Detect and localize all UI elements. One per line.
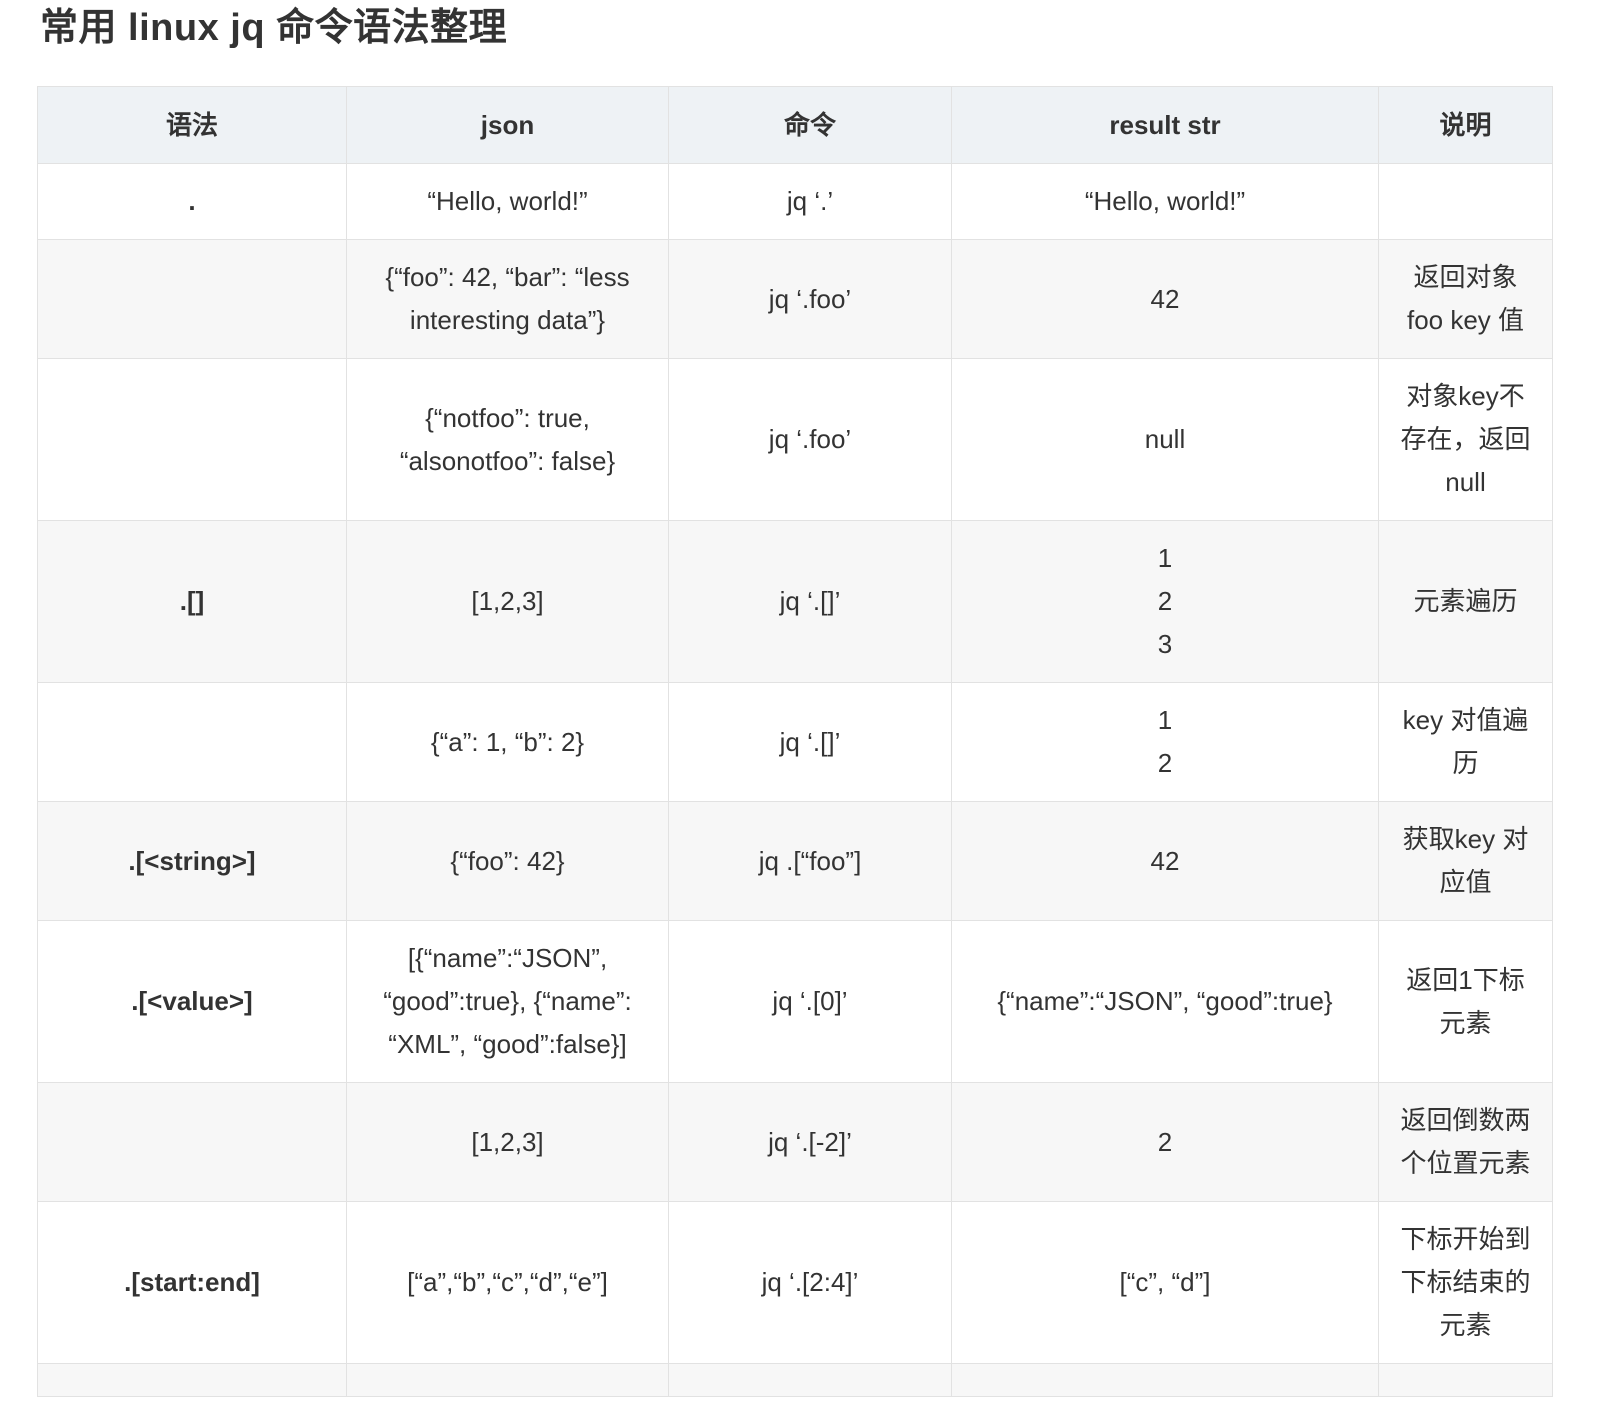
result-line: null — [1144, 424, 1186, 454]
cell-command: jq ‘.[]’ — [668, 682, 952, 802]
header-result: result str — [951, 86, 1379, 164]
cell-command: jq ‘.[]’ — [668, 520, 952, 683]
header-row: 语法 json 命令 result str 说明 — [37, 86, 1553, 164]
cell-syntax — [37, 1363, 347, 1397]
cell-result: 12 — [951, 682, 1379, 802]
cell-syntax — [37, 239, 347, 359]
cell-json: “Hello, world!” — [346, 163, 669, 240]
cell-command: jq .[“foo”] — [668, 801, 952, 921]
cell-json: [“a”,“b”,“c”,“d”,“e”] — [346, 1201, 669, 1364]
cell-note: key 对值遍历 — [1378, 682, 1553, 802]
page: 常用 linux jq 命令语法整理 语法 json 命令 result str… — [0, 0, 1598, 1406]
cell-json: {“foo”: 42} — [346, 801, 669, 921]
cell-json — [346, 1363, 669, 1397]
table-row: .[] [1,2,3] jq ‘.[]’ 1 2 3 元素遍历 — [37, 520, 1553, 683]
cell-result: “Hello, world!” — [951, 163, 1379, 240]
cell-command: jq ‘.foo’ — [668, 358, 952, 521]
cell-syntax — [37, 682, 347, 802]
header-json: json — [346, 86, 669, 164]
cell-command: jq ‘.[-2]’ — [668, 1082, 952, 1202]
cell-command: jq ‘.’ — [668, 163, 952, 240]
cell-syntax: .[<value>] — [37, 920, 347, 1083]
result-line: 2 — [1157, 586, 1173, 616]
cell-note: 获取key 对应值 — [1378, 801, 1553, 921]
table-row: {“notfoo”: true, “alsonotfoo”: false} jq … — [37, 358, 1553, 521]
cell-syntax — [37, 358, 347, 521]
table-row — [37, 1363, 1553, 1397]
cell-syntax: .[<string>] — [37, 801, 347, 921]
cell-syntax — [37, 1082, 347, 1202]
cell-result: 1 2 3 — [951, 520, 1379, 683]
page-title: 常用 linux jq 命令语法整理 — [40, 7, 508, 49]
result-line: 42 — [1150, 283, 1180, 314]
table-row: .[start:end] [“a”,“b”,“c”,“d”,“e”] jq ‘.[2… — [37, 1201, 1553, 1364]
cell-command: jq ‘.[0]’ — [668, 920, 952, 1083]
result-line: 3 — [1157, 629, 1173, 659]
cell-note: 下标开始到下标结束的元素 — [1378, 1201, 1553, 1364]
cell-syntax: .[start:end] — [37, 1201, 347, 1364]
cell-note: 元素遍历 — [1378, 520, 1553, 683]
table-row: . “Hello, world!” jq ‘.’ “Hello, world!” — [37, 163, 1553, 240]
result-line: 42 — [1150, 845, 1180, 876]
cell-result: 42 — [951, 239, 1379, 359]
result-line: {“name”:“JSON”, “good”:true} — [997, 986, 1333, 1016]
table-row: .[<string>] {“foo”: 42} jq .[“foo”] 42 获取key… — [37, 801, 1553, 921]
cell-note — [1378, 1363, 1553, 1397]
cell-result: 42 — [951, 801, 1379, 921]
result-line: 1 — [1157, 543, 1173, 573]
header-note: 说明 — [1378, 86, 1553, 164]
table-row: .[<value>] [{“name”:“JSON”, “good”:true},… — [37, 920, 1553, 1083]
cell-syntax: . — [37, 163, 347, 240]
cell-result: [“c”, “d”] — [951, 1201, 1379, 1364]
header-syntax: 语法 — [37, 86, 347, 164]
header-command: 命令 — [668, 86, 952, 164]
cell-result: 2 — [951, 1082, 1379, 1202]
table-header: 语法 json 命令 result str 说明 — [37, 86, 1553, 164]
cell-note: 返回对象 foo key 值 — [1378, 239, 1553, 359]
cell-json: [{“name”:“JSON”, “good”:true}, {“name”: … — [346, 920, 669, 1083]
result-line: 2 — [1157, 748, 1173, 778]
cell-json: [1,2,3] — [346, 520, 669, 683]
cell-syntax: .[] — [37, 520, 347, 683]
cell-json: [1,2,3] — [346, 1082, 669, 1202]
jq-syntax-table: 语法 json 命令 result str 说明 . “Hello, world!… — [37, 86, 1553, 1397]
table-row: {“a”: 1, “b”: 2} jq ‘.[]’ 1 2 key 对值遍历 — [37, 682, 1553, 802]
cell-command: jq ‘.foo’ — [668, 239, 952, 359]
cell-result: null — [951, 358, 1379, 521]
result-line: “Hello, world!” — [1084, 186, 1246, 216]
cell-note: 返回1下标元素 — [1378, 920, 1553, 1083]
cell-note: 对象key不存在，返回null — [1378, 358, 1553, 521]
table-row: {“foo”: 42, “bar”: “less interesting dat… — [37, 239, 1553, 359]
cell-note: 返回倒数两个位置元素 — [1378, 1082, 1553, 1202]
cell-command — [668, 1363, 952, 1397]
table-row: [1,2,3] jq ‘.[-2]’ 2 返回倒数两个位置元素 — [37, 1082, 1553, 1202]
cell-command: jq ‘.[2:4]’ — [668, 1201, 952, 1364]
result-line: [“c”, “d”] — [1119, 1267, 1211, 1297]
result-line: 1 — [1157, 705, 1173, 735]
cell-result — [951, 1363, 1379, 1397]
cell-json: {“notfoo”: true, “alsonotfoo”: false} — [346, 358, 669, 521]
cell-result: {“name”:“JSON”, “good”:true} — [951, 920, 1379, 1083]
cell-json: {“foo”: 42, “bar”: “less interesting dat… — [346, 239, 669, 359]
cell-note — [1378, 163, 1553, 240]
cell-json: {“a”: 1, “b”: 2} — [346, 682, 669, 802]
result-line: 2 — [1157, 1126, 1173, 1157]
table-body: . “Hello, world!” jq ‘.’ “Hello, world!” {“f… — [37, 163, 1553, 1397]
jq-syntax-table-container: 语法 json 命令 result str 说明 . “Hello, world!… — [37, 86, 1553, 1397]
